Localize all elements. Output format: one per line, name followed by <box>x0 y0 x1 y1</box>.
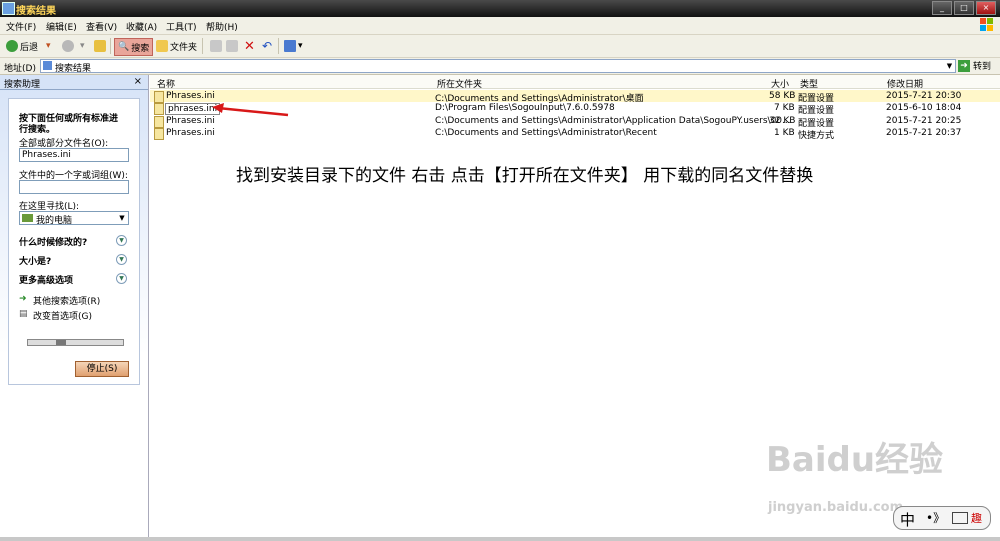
search-prompt-line2: 行搜索。 <box>19 125 56 135</box>
document-icon: ▤ <box>19 309 28 319</box>
lookin-dropdown-icon: ▼ <box>119 214 125 222</box>
ime-language-indicator[interactable]: 中 <box>900 509 915 530</box>
address-input[interactable]: 搜索结果 ▼ <box>40 59 956 74</box>
minimize-button[interactable]: _ <box>932 1 952 15</box>
expand-advanced-icon[interactable]: ▼ <box>116 273 127 284</box>
shortcut-file-icon <box>154 128 164 140</box>
menu-edit[interactable]: 编辑(E) <box>46 20 77 33</box>
move-to-icon <box>210 40 222 52</box>
advanced-options-toggle[interactable]: 更多高级选项 <box>19 273 73 286</box>
pane-title: 搜索助理 <box>4 80 41 90</box>
maximize-button[interactable]: □ <box>954 1 974 15</box>
instruction-annotation: 找到安装目录下的文件 右击 点击【打开所在文件夹】 用下载的同名文件替换 <box>236 166 814 186</box>
folder-icon <box>156 40 168 52</box>
ime-extra-icon[interactable]: 趣 <box>971 510 982 526</box>
pane-close-icon[interactable]: × <box>134 76 142 87</box>
col-name[interactable]: 名称 <box>157 77 175 90</box>
expand-size-icon[interactable]: ▼ <box>116 254 127 265</box>
expand-when-icon[interactable]: ▼ <box>116 235 127 246</box>
col-folder[interactable]: 所在文件夹 <box>437 77 482 90</box>
toolbar: 后退 ▾ ▾ 🔍 搜索 文件夹 ✕ ↶ ▾ <box>0 35 1000 58</box>
go-arrow-icon: ➜ <box>958 59 970 72</box>
menu-file[interactable]: 文件(F) <box>6 20 36 33</box>
search-progress-bar <box>27 339 124 346</box>
pane-header: 搜索助理 × <box>0 75 148 90</box>
menu-tools[interactable]: 工具(T) <box>166 20 197 33</box>
red-arrow-annotation <box>212 103 289 117</box>
forward-dropdown-icon[interactable]: ▾ <box>80 41 85 51</box>
back-button[interactable]: 后退 ▾ <box>6 38 51 54</box>
window-icon <box>2 2 15 15</box>
size-toggle[interactable]: 大小是? <box>19 254 51 267</box>
delete-button[interactable]: ✕ <box>244 38 255 54</box>
undo-icon: ↶ <box>262 39 273 53</box>
address-label: 地址(D) <box>4 64 36 74</box>
col-type[interactable]: 类型 <box>800 77 818 90</box>
address-bar: 地址(D) 搜索结果 ▼ ➜ 转到 <box>0 58 1000 75</box>
window-controls: _ □ × <box>932 1 996 15</box>
forward-button[interactable]: ▾ <box>62 38 85 54</box>
filename-input[interactable]: Phrases.ini <box>19 148 129 162</box>
views-icon <box>284 40 296 52</box>
menu-help[interactable]: 帮助(H) <box>206 20 238 33</box>
other-search-options-link[interactable]: 其他搜索选项(R) <box>33 294 100 307</box>
copy-to-icon <box>226 40 238 52</box>
menu-favorites[interactable]: 收藏(A) <box>126 20 157 33</box>
col-size[interactable]: 大小 <box>771 77 789 90</box>
up-folder-icon <box>94 40 106 52</box>
ini-file-icon <box>154 103 164 115</box>
search-criteria-panel: 按下面任何或所有标准进 行搜索。 全部或部分文件名(O): Phrases.in… <box>8 98 140 385</box>
status-bar <box>0 537 1000 541</box>
back-arrow-icon <box>6 40 18 52</box>
table-row[interactable]: Phrases.ini C:\Documents and Settings\Ad… <box>150 127 1000 141</box>
my-computer-icon <box>22 214 33 222</box>
go-button[interactable]: ➜ 转到 <box>958 59 991 72</box>
forward-arrow-icon <box>62 40 74 52</box>
up-folder-button[interactable] <box>94 38 106 54</box>
when-modified-toggle[interactable]: 什么时候修改的? <box>19 235 87 248</box>
undo-button[interactable]: ↶ <box>262 38 272 54</box>
phrase-input[interactable] <box>19 180 129 194</box>
windows-logo-icon <box>980 18 993 31</box>
back-dropdown-icon[interactable]: ▾ <box>46 41 51 51</box>
move-to-button[interactable] <box>210 38 222 54</box>
close-button[interactable]: × <box>976 1 996 15</box>
ime-status-bar[interactable]: 中 •》 趣 <box>893 506 991 530</box>
ime-mode-indicator[interactable]: •》 <box>926 509 945 526</box>
arrow-right-icon: ➜ <box>19 294 27 304</box>
col-modified[interactable]: 修改日期 <box>887 77 923 90</box>
address-dropdown-icon[interactable]: ▼ <box>945 61 954 71</box>
delete-x-icon: ✕ <box>244 38 255 54</box>
lookin-select[interactable]: 我的电脑 ▼ <box>19 211 129 226</box>
change-preferences-link[interactable]: 改变首选项(G) <box>33 309 92 322</box>
column-header: 名称 所在文件夹 大小 类型 修改日期 <box>150 75 1000 90</box>
search-icon: 🔍 <box>118 42 130 52</box>
menu-view[interactable]: 查看(V) <box>86 20 117 33</box>
views-button[interactable]: ▾ <box>284 38 303 54</box>
table-row[interactable]: Phrases.ini C:\Documents and Settings\Ad… <box>150 90 1000 104</box>
views-dropdown-icon: ▾ <box>298 41 303 51</box>
search-assistant-pane: 搜索助理 × 按下面任何或所有标准进 行搜索。 全部或部分文件名(O): Phr… <box>0 75 149 541</box>
search-button[interactable]: 🔍 搜索 <box>114 38 154 56</box>
window-title: 搜索结果 <box>16 6 56 17</box>
menu-bar: 文件(F) 编辑(E) 查看(V) 收藏(A) 工具(T) 帮助(H) <box>0 17 1000 35</box>
folders-button[interactable]: 文件夹 <box>156 38 197 54</box>
copy-to-button[interactable] <box>226 38 238 54</box>
search-results-icon <box>43 61 52 70</box>
stop-button[interactable]: 停止(S) <box>75 361 129 377</box>
title-bar: 搜索结果 _ □ × <box>0 0 1000 17</box>
keyboard-icon[interactable] <box>952 512 968 524</box>
